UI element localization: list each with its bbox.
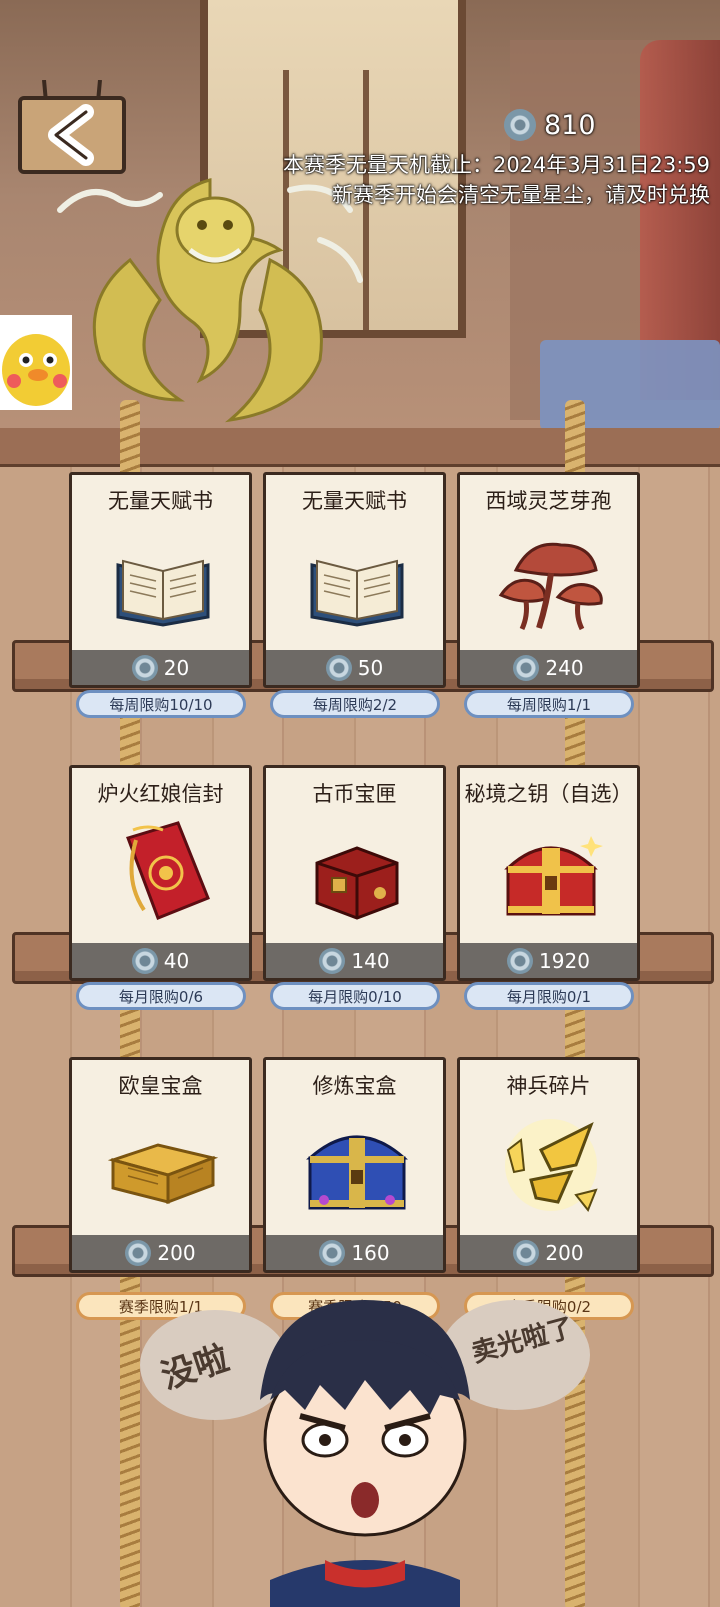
item-name: 无量天赋书 — [302, 489, 407, 513]
purchase-limit-tag: 每月限购0/1 — [464, 982, 634, 1010]
item-name: 炉火红娘信封 — [97, 782, 224, 806]
purchase-limit-tag: 每月限购0/10 — [270, 982, 440, 1010]
purchase-limit-tag: 每周限购10/10 — [76, 690, 246, 718]
season-reset-warning: 新赛季开始会清空无量星尘，请及时兑换 — [332, 183, 710, 207]
price-value: 140 — [351, 948, 390, 973]
purchase-limit-tag: 每周限购2/2 — [270, 690, 440, 718]
shop-screen: 810 本赛季无量天机截止：2024年3月31日23:59 新赛季开始会清空无量… — [0, 0, 720, 1607]
item-name: 欧皇宝盒 — [118, 1074, 203, 1098]
shopkeeper-boy-icon — [260, 1300, 470, 1607]
item-price: 200 — [72, 1235, 249, 1270]
open-book-icon — [310, 559, 404, 627]
chick-sticker-icon — [0, 315, 72, 410]
item-name: 无量天赋书 — [108, 489, 213, 513]
shop-item-card[interactable]: 无量天赋书 50 — [263, 472, 446, 688]
price-value: 1920 — [539, 948, 590, 973]
red-coin-box-icon — [315, 846, 399, 920]
item-price: 140 — [266, 943, 443, 978]
item-price: 160 — [266, 1235, 443, 1270]
shop-item-card[interactable]: 秘境之钥（自选） 1920 — [457, 765, 640, 981]
price-value: 20 — [163, 655, 190, 680]
season-deadline-text: 本赛季无量天机截止：2024年3月31日23:59 — [282, 153, 710, 177]
blue-treasure-chest-icon — [306, 1135, 408, 1210]
star-dust-coin-icon — [131, 947, 158, 974]
shop-item-card[interactable]: 修炼宝盒 160 — [263, 1057, 446, 1273]
currency-amount: 810 — [544, 109, 596, 141]
item-name: 西域灵芝芽孢 — [485, 489, 612, 513]
item-price: 200 — [460, 1235, 637, 1270]
open-book-icon — [116, 559, 210, 627]
shop-item-card[interactable]: 古币宝匣 140 — [263, 765, 446, 981]
shop-item-card[interactable]: 西域灵芝芽孢 240 — [457, 472, 640, 688]
price-value: 40 — [163, 948, 190, 973]
season-notice: 本赛季无量天机截止：2024年3月31日23:59 新赛季开始会清空无量星尘，请… — [150, 150, 710, 210]
item-name: 秘境之钥（自选） — [464, 782, 633, 806]
star-dust-coin-icon — [513, 1239, 540, 1266]
item-name: 古币宝匣 — [312, 782, 397, 806]
price-value: 200 — [545, 1240, 584, 1265]
purchase-limit-tag: 每周限购1/1 — [464, 690, 634, 718]
star-dust-coin-icon — [507, 947, 534, 974]
red-gold-chest-icon — [504, 836, 603, 916]
shop-item-card[interactable]: 欧皇宝盒 200 — [69, 1057, 252, 1273]
star-dust-coin-icon — [319, 1239, 346, 1266]
item-price: 20 — [72, 650, 249, 685]
red-envelope-icon — [126, 821, 210, 920]
currency-display: 810 — [504, 108, 596, 142]
price-value: 240 — [545, 655, 584, 680]
golden-box-icon — [108, 1143, 218, 1205]
shop-item-card[interactable]: 神兵碎片 200 — [457, 1057, 640, 1273]
shop-item-card[interactable]: 无量天赋书 20 — [69, 472, 252, 688]
item-name: 修炼宝盒 — [312, 1074, 397, 1098]
star-dust-coin-icon — [504, 109, 536, 141]
item-price: 40 — [72, 943, 249, 978]
top-beam — [0, 428, 720, 467]
weapon-shard-icon — [505, 1119, 598, 1212]
purchase-limit-tag: 每月限购0/6 — [76, 982, 246, 1010]
star-dust-coin-icon — [513, 654, 540, 681]
lingzhi-mushroom-icon — [498, 542, 603, 631]
item-price: 240 — [460, 650, 637, 685]
price-value: 160 — [351, 1240, 390, 1265]
price-value: 50 — [357, 655, 384, 680]
item-name: 神兵碎片 — [506, 1074, 591, 1098]
star-dust-coin-icon — [325, 654, 352, 681]
star-dust-coin-icon — [319, 947, 346, 974]
star-dust-coin-icon — [131, 654, 158, 681]
item-price: 1920 — [460, 943, 637, 978]
price-value: 200 — [157, 1240, 196, 1265]
back-button[interactable] — [16, 80, 128, 176]
item-price: 50 — [266, 650, 443, 685]
star-dust-coin-icon — [125, 1239, 152, 1266]
shop-item-card[interactable]: 炉火红娘信封 40 — [69, 765, 252, 981]
